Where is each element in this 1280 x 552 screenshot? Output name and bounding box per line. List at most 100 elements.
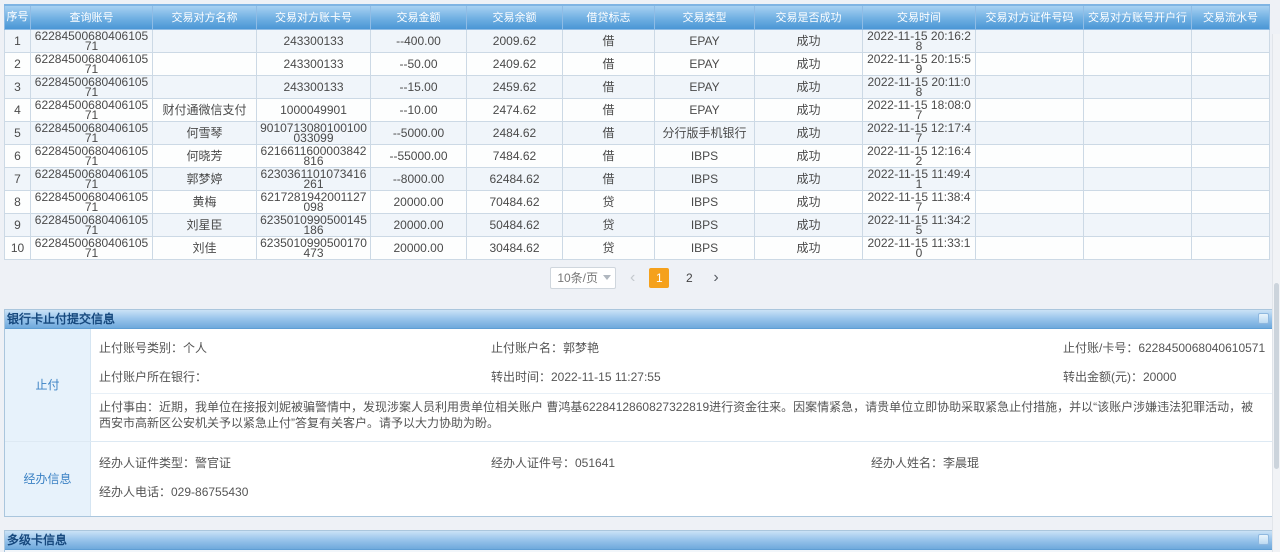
table-cell: 6228450068040610571	[31, 144, 153, 167]
table-row: 96228450068040610571刘星臣62350109905001451…	[5, 213, 1270, 236]
table-cell: 借	[563, 98, 655, 121]
table-cell: 2022-11-15 11:33:10	[863, 236, 976, 259]
table-cell: 6216611600003842816	[257, 144, 371, 167]
field-row: 止付账户所在银行： 转出时间：2022-11-15 11:27:55 转出金额(…	[91, 362, 1274, 391]
table-cell: 借	[563, 144, 655, 167]
table-cell	[1192, 52, 1270, 75]
transactions-table: 序号查询账号交易对方名称交易对方账卡号交易金额交易余额借贷标志交易类型交易是否成…	[4, 4, 1270, 260]
table-cell: 2022-11-15 11:38:47	[863, 190, 976, 213]
table-cell: 成功	[755, 121, 863, 144]
table-cell	[1084, 29, 1192, 52]
table-cell: 成功	[755, 167, 863, 190]
table-cell	[976, 236, 1084, 259]
table-cell	[976, 190, 1084, 213]
table-cell	[1192, 75, 1270, 98]
table-cell	[1084, 75, 1192, 98]
table-cell	[1192, 29, 1270, 52]
table-cell: 借	[563, 167, 655, 190]
stop-payment-panel-title-bar: 银行卡止付提交信息	[5, 310, 1274, 329]
table-cell: 6230361101073416261	[257, 167, 371, 190]
table-cell: 2484.62	[467, 121, 563, 144]
pagination-bar: 10条/页 ‹ 1 2 ›	[4, 260, 1269, 296]
table-row: 76228450068040610571郭梦婷62303611010734162…	[5, 167, 1270, 190]
table-cell	[1192, 236, 1270, 259]
collapse-icon[interactable]	[1258, 313, 1269, 324]
table-cell: 6217281942001127098	[257, 190, 371, 213]
table-cell	[1084, 167, 1192, 190]
table-cell: 2459.62	[467, 75, 563, 98]
page-button-2[interactable]: 2	[679, 268, 699, 288]
table-cell: 5	[5, 121, 31, 144]
table-cell: 7484.62	[467, 144, 563, 167]
table-row: 26228450068040610571243300133--50.002409…	[5, 52, 1270, 75]
table-cell: 何雪琴	[153, 121, 257, 144]
table-cell: EPAY	[655, 75, 755, 98]
table-cell: --400.00	[371, 29, 467, 52]
column-header: 交易对方账号开户行	[1084, 5, 1192, 29]
column-header: 交易对方证件号码	[976, 5, 1084, 29]
column-header: 查询账号	[31, 5, 153, 29]
agent-name: 经办人姓名：李晨琨	[871, 454, 1268, 471]
table-cell	[976, 213, 1084, 236]
table-row: 46228450068040610571财付通微信支付1000049901--1…	[5, 98, 1270, 121]
column-header: 交易时间	[863, 5, 976, 29]
agent-info-group-content: 经办人证件类型：警官证 经办人证件号：051641 经办人姓名：李晨琨 经办人电…	[91, 442, 1274, 516]
table-cell: 7	[5, 167, 31, 190]
scrollbar[interactable]	[1272, 34, 1280, 552]
table-cell	[1084, 190, 1192, 213]
table-cell: 62484.62	[467, 167, 563, 190]
table-cell: 10	[5, 236, 31, 259]
prev-page-button[interactable]: ‹	[626, 268, 639, 288]
stop-payment-group: 止付 止付账号类别：个人 止付账户名：郭梦艳 止付账/卡号：6228450068…	[5, 329, 1274, 442]
table-cell: 成功	[755, 52, 863, 75]
table-row: 86228450068040610571黄梅621728194200112709…	[5, 190, 1270, 213]
table-cell	[1084, 121, 1192, 144]
header-row: 序号查询账号交易对方名称交易对方账卡号交易金额交易余额借贷标志交易类型交易是否成…	[5, 5, 1270, 29]
table-cell: EPAY	[655, 98, 755, 121]
table-cell	[976, 52, 1084, 75]
table-cell: --5000.00	[371, 121, 467, 144]
table-cell: 9	[5, 213, 31, 236]
table-cell: 243300133	[257, 29, 371, 52]
field-row: 经办人证件类型：警官证 经办人证件号：051641 经办人姓名：李晨琨	[91, 448, 1274, 477]
table-cell: 2022-11-15 20:16:28	[863, 29, 976, 52]
page-button-1[interactable]: 1	[649, 268, 669, 288]
next-page-button[interactable]: ›	[709, 268, 722, 288]
column-header: 交易对方账卡号	[257, 5, 371, 29]
multi-card-panel: 多级卡信息 序号级别止付类型所属机构账号余额止付结果录入人录入单位录入时间 1一…	[4, 530, 1275, 552]
page-size-select[interactable]: 10条/页	[550, 267, 616, 289]
table-cell: 20000.00	[371, 190, 467, 213]
table-cell: --50.00	[371, 52, 467, 75]
field-row: 止付账号类别：个人 止付账户名：郭梦艳 止付账/卡号：6228450068040…	[91, 333, 1274, 362]
table-cell: 6228450068040610571	[31, 98, 153, 121]
table-cell: 2474.62	[467, 98, 563, 121]
table-cell: 6228450068040610571	[31, 75, 153, 98]
table-cell: 20000.00	[371, 213, 467, 236]
table-cell	[1084, 52, 1192, 75]
stop-payment-panel-title: 银行卡止付提交信息	[7, 310, 115, 327]
transactions-table-body: 16228450068040610571243300133--400.00200…	[5, 29, 1270, 259]
table-cell	[976, 98, 1084, 121]
table-cell: 2022-11-15 11:49:41	[863, 167, 976, 190]
table-cell: 财付通微信支付	[153, 98, 257, 121]
table-cell: 6235010990500145186	[257, 213, 371, 236]
table-cell: 9010713080100100033099	[257, 121, 371, 144]
agent-info-group-label: 经办信息	[5, 442, 91, 516]
agent-cert-type: 经办人证件类型：警官证	[99, 454, 491, 471]
table-cell: 30484.62	[467, 236, 563, 259]
table-cell: 贷	[563, 213, 655, 236]
table-cell: --10.00	[371, 98, 467, 121]
stop-account-type: 止付账号类别：个人	[99, 339, 491, 356]
collapse-icon[interactable]	[1258, 534, 1269, 545]
table-cell	[1192, 144, 1270, 167]
scrollbar-thumb[interactable]	[1274, 283, 1279, 469]
agent-info-group: 经办信息 经办人证件类型：警官证 经办人证件号：051641 经办人姓名：李晨琨…	[5, 442, 1274, 516]
page: 序号查询账号交易对方名称交易对方账卡号交易金额交易余额借贷标志交易类型交易是否成…	[0, 0, 1280, 552]
table-cell: 成功	[755, 236, 863, 259]
table-cell	[976, 121, 1084, 144]
table-cell: 2	[5, 52, 31, 75]
table-cell	[1084, 236, 1192, 259]
table-row: 36228450068040610571243300133--15.002459…	[5, 75, 1270, 98]
table-cell: 借	[563, 75, 655, 98]
table-cell: 3	[5, 75, 31, 98]
